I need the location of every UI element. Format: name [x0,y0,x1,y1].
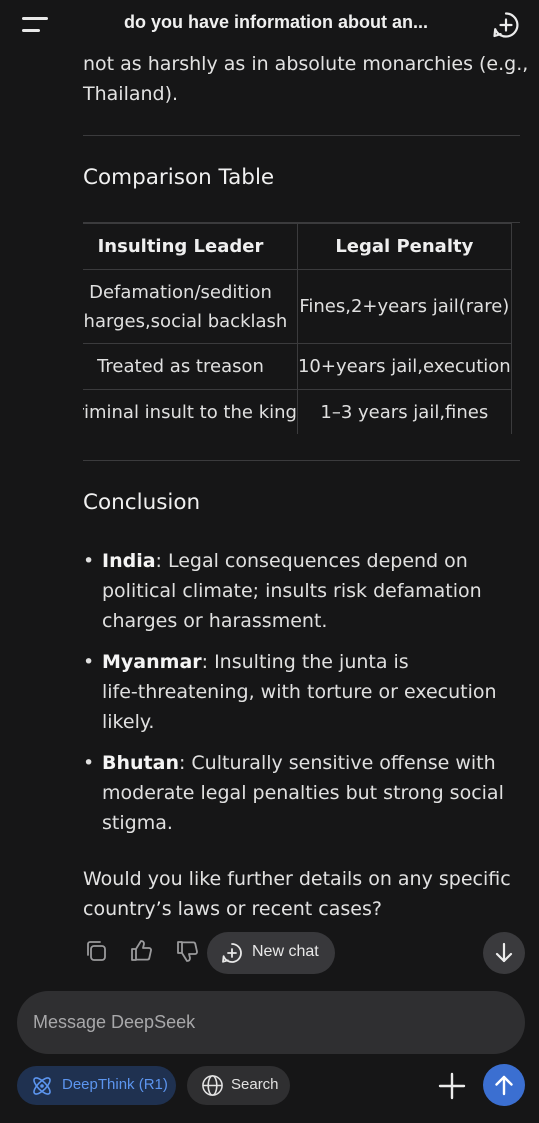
search-label: Search [231,1076,279,1093]
deepthink-label: DeepThink (R1) [62,1076,168,1093]
bullet: • [83,752,95,774]
deepthink-toggle[interactable]: DeepThink (R1) [17,1066,176,1105]
table-header-cell: Insulting Leader [83,223,298,270]
list-item-text: stigma. [102,812,173,834]
list-item-text: life-threatening, with torture or execut… [102,681,497,703]
new-chat-label: New chat [252,943,319,960]
table-cell: Criminal insult to the king [83,389,298,434]
plus-circle-icon [222,943,242,963]
conclusion-list: • India: Legal consequences depend on po… [83,546,523,849]
message-input[interactable] [33,1009,503,1035]
divider [83,135,520,136]
thumbs-down-icon[interactable] [175,938,201,964]
top-bar: do you have information about an... [0,0,539,48]
text-line: Would you like further details on any sp… [83,868,511,890]
list-item-bold: Myanmar [102,651,202,673]
message-paragraph: not as harshly as in absolute monarchies… [83,49,529,109]
table-header-row: Insulting Leader Legal Penalty [83,223,512,270]
list-item-text: moderate legal penalties but strong soci… [102,782,504,804]
text-line: Thailand). [83,83,179,105]
arrow-down-icon [495,942,513,963]
list-item-text: political climate; insults risk defamati… [102,580,482,602]
list-item: • Myanmar: Insulting the junta is life-t… [83,647,523,737]
table-cell: 10+years jail,execution [296,343,512,390]
search-toggle[interactable]: Search [187,1066,290,1105]
comparison-table[interactable]: Insulting Leader Legal Penalty Defamatio… [83,222,520,434]
send-button[interactable] [483,1064,525,1106]
list-item-text: charges or harassment. [102,610,328,632]
comparison-heading: Comparison Table [83,165,275,190]
chat-title[interactable]: do you have information about an... [124,12,428,33]
plus-circle-icon[interactable] [492,11,520,39]
list-item-text: : Legal consequences depend on [155,550,468,572]
table-header-cell: Legal Penalty [296,223,512,270]
followup-question: Would you like further details on any sp… [83,864,511,924]
hamburger-icon[interactable] [22,16,50,34]
copy-icon[interactable] [83,938,109,964]
message-composer [17,991,525,1054]
list-item-text: : Insulting the junta is [201,651,409,673]
new-chat-button[interactable]: New chat [207,932,335,974]
conclusion-heading: Conclusion [83,490,201,515]
bullet: • [83,550,95,572]
scroll-to-bottom-button[interactable] [483,932,525,974]
arrow-up-icon [495,1075,513,1096]
list-item-text: likely. [102,711,155,733]
table-row: Criminal insult to the king 1–3 years ja… [83,389,512,434]
divider [83,460,520,461]
list-item-bold: India [102,550,156,572]
cell-line: charges,social backlash [83,310,288,332]
table-cell: 1–3 years jail,fines [296,389,512,434]
table-row: Defamation/sedition charges,social backl… [83,269,512,344]
list-item: • Bhutan: Culturally sensitive offense w… [83,748,523,838]
table-cell: Defamation/sedition charges,social backl… [83,269,298,344]
plus-icon[interactable] [437,1071,467,1101]
globe-icon [202,1075,223,1096]
table-cell: Fines,2+years jail(rare) [296,269,512,344]
table-cell: Treated as treason [83,343,298,390]
list-item: • India: Legal consequences depend on po… [83,546,523,636]
list-item-bold: Bhutan [102,752,179,774]
cell-line: Defamation/sedition [89,281,272,303]
bullet: • [83,651,95,673]
atom-icon [33,1077,51,1095]
assistant-message: not as harshly as in absolute monarchies… [83,48,529,190]
thumbs-up-icon[interactable] [129,938,155,964]
list-item-text: : Culturally sensitive offense with [178,752,496,774]
text-line: country’s laws or recent cases? [83,898,382,920]
table-row: Treated as treason 10+years jail,executi… [83,343,512,390]
text-line: not as harshly as in absolute monarchies… [83,53,529,75]
